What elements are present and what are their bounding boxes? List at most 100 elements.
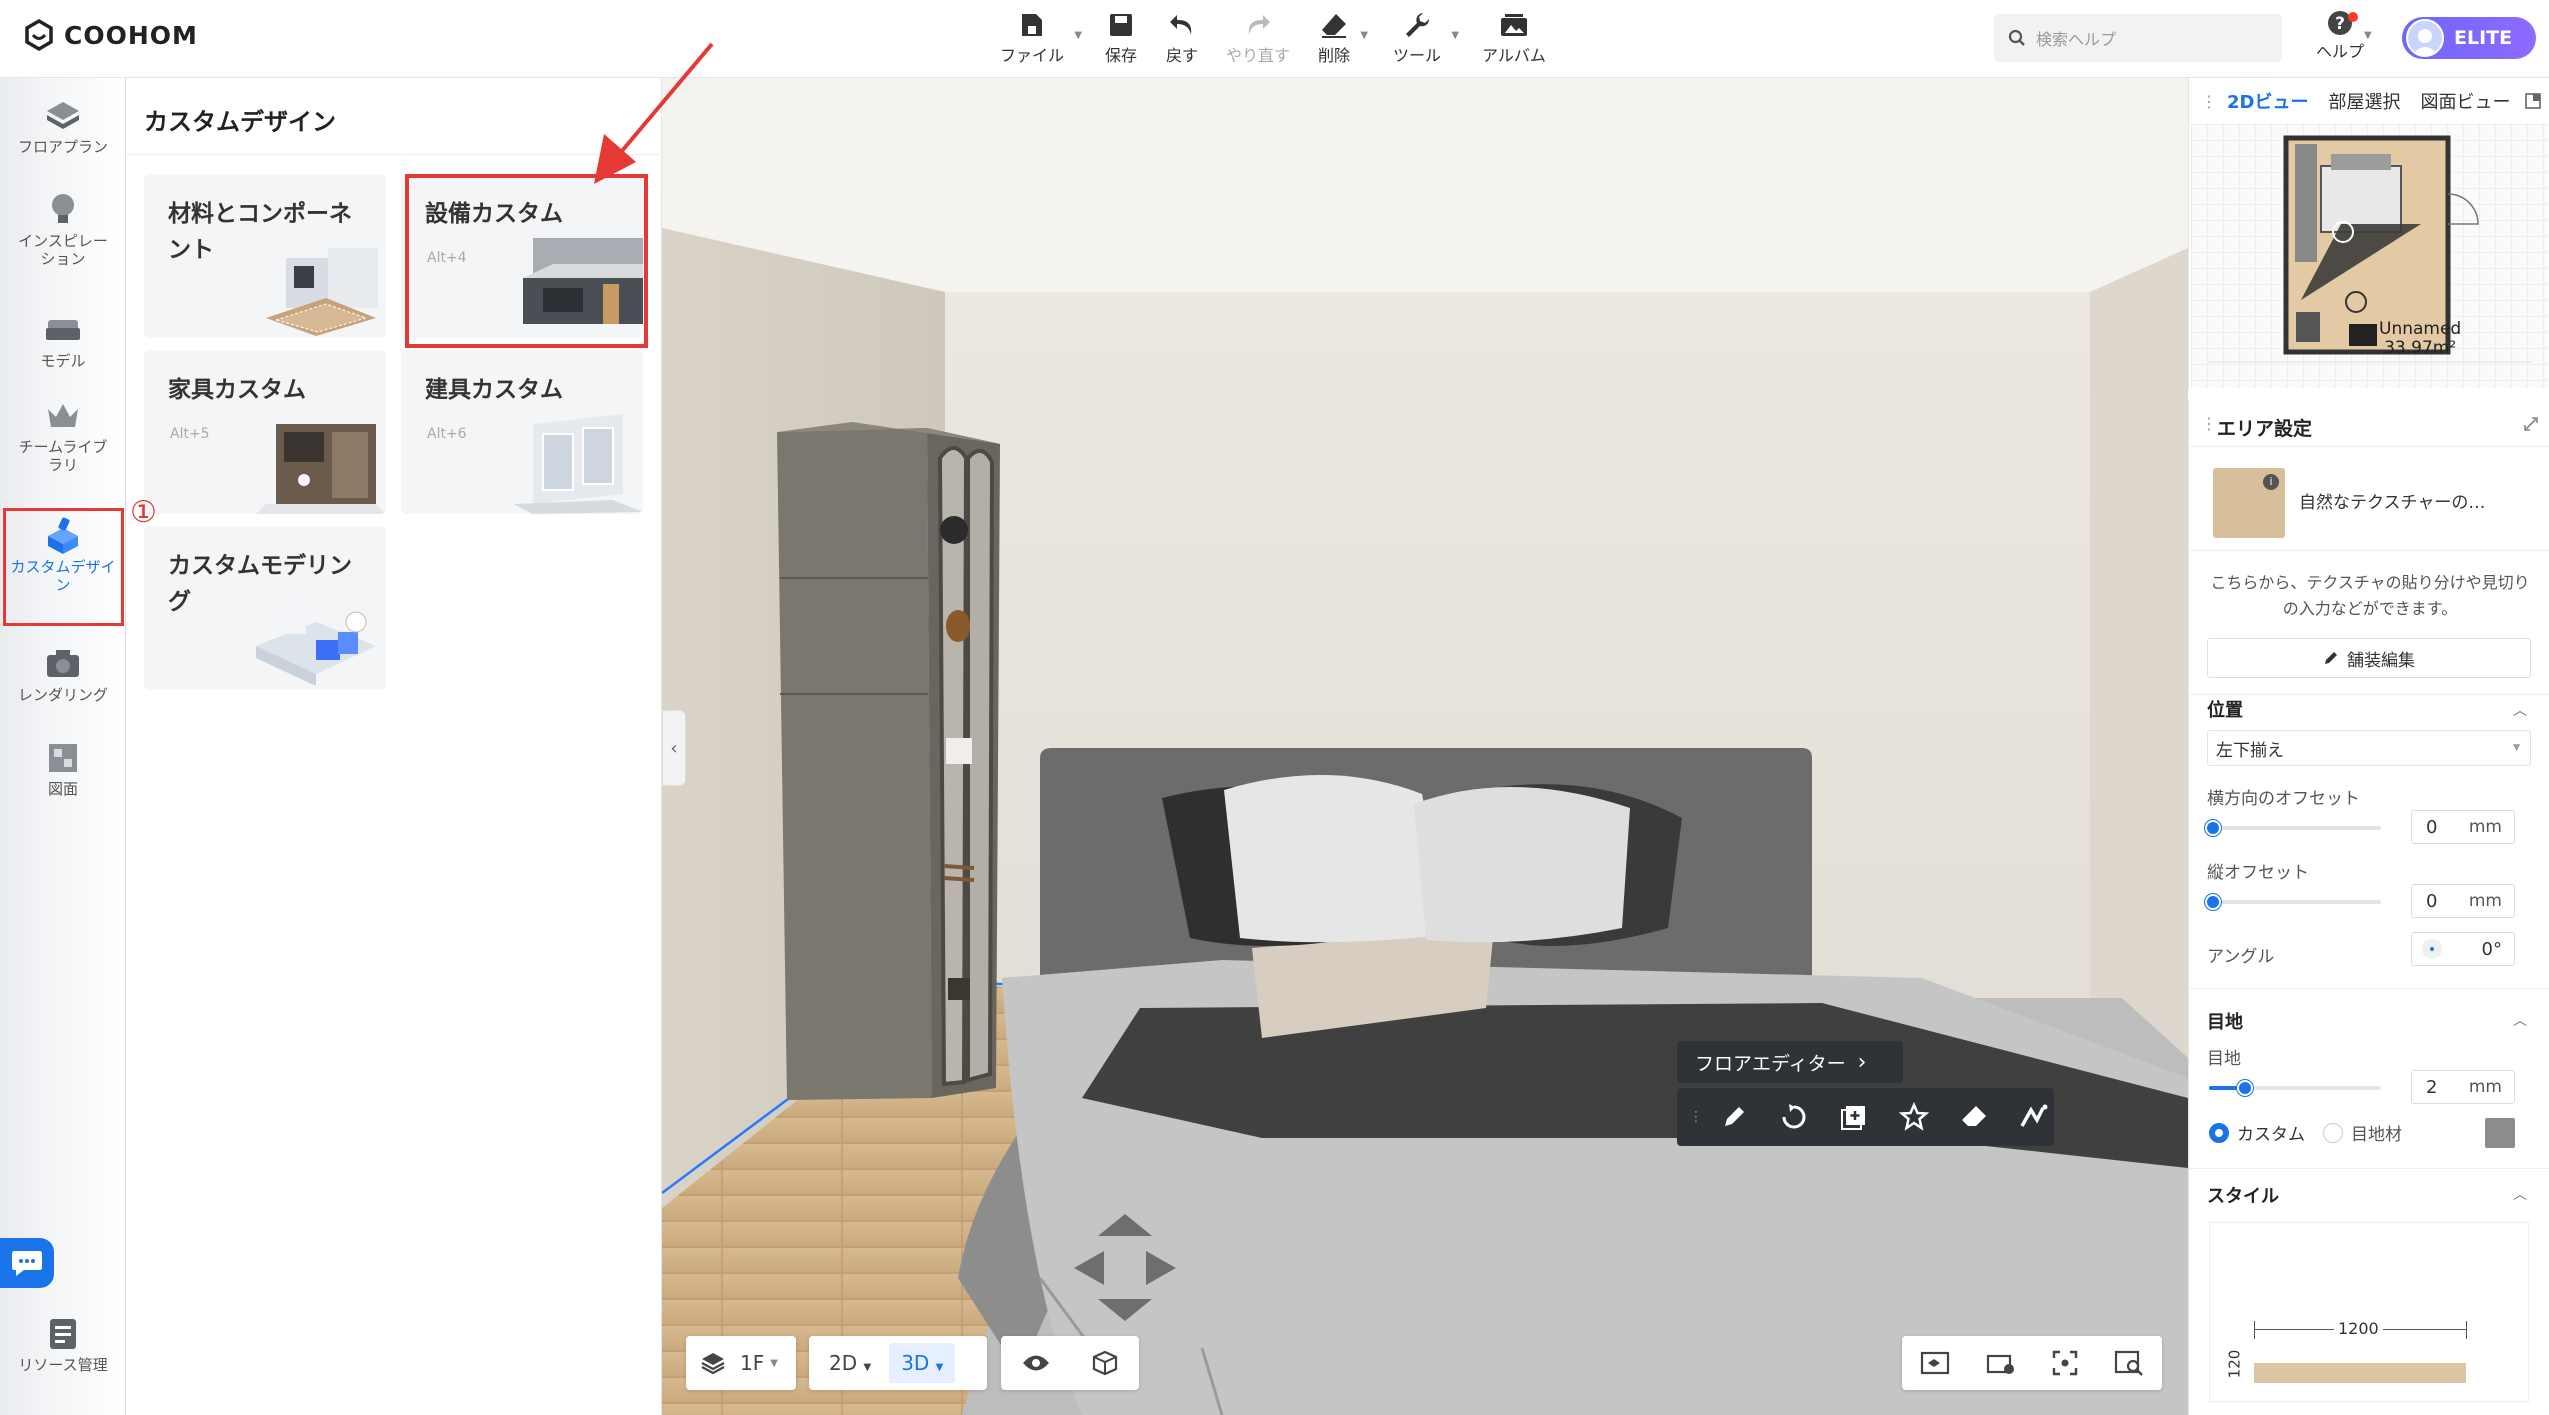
joint-width-input[interactable]: 2 mm: [2411, 1070, 2515, 1104]
redo-button[interactable]: やり直す: [1226, 8, 1290, 66]
v-offset-slider[interactable]: [2205, 894, 2381, 910]
chevron-up-icon[interactable]: ︿: [2513, 1010, 2527, 1030]
visibility-controls: [1001, 1336, 1139, 1390]
joint-width-slider[interactable]: [2209, 1080, 2381, 1096]
minimap-canvas[interactable]: Unnamed 33.97m²: [2191, 124, 2548, 388]
sidebar-item-inspiration[interactable]: インスピレーション: [0, 190, 126, 268]
dimension-tick: [2466, 1321, 2467, 1339]
search-input[interactable]: 検索ヘルプ: [1994, 14, 2282, 62]
drag-handle-icon[interactable]: ⋮: [1689, 1109, 1703, 1125]
room-area: 33.97m²: [2384, 338, 2457, 358]
album-button[interactable]: アルバム: [1482, 8, 1546, 66]
help-button[interactable]: ? ヘルプ ▼: [2316, 8, 2372, 62]
card-custom-modeling[interactable]: カスタムモデリング: [144, 526, 386, 690]
floor-tools-bar: ⋮: [1677, 1088, 2054, 1146]
card-fittings-custom[interactable]: 建具カスタム Alt+6: [401, 350, 643, 514]
tile-style-preview[interactable]: 1200 120: [2209, 1222, 2529, 1402]
slider-knob[interactable]: [2205, 820, 2221, 836]
tab-2d-view[interactable]: 2Dビュー: [2227, 88, 2308, 114]
h-offset-input[interactable]: 0 mm: [2411, 810, 2515, 844]
focus-icon[interactable]: [2051, 1349, 2079, 1377]
floor-editor-button[interactable]: フロアエディター ›: [1677, 1041, 1903, 1083]
cube-icon[interactable]: [1091, 1349, 1119, 1377]
sidebar-item-drawings[interactable]: 図面: [0, 738, 126, 798]
wardrobe-model: [777, 422, 1000, 1100]
eraser-icon[interactable]: [1959, 1102, 1989, 1132]
user-account-button[interactable]: ELITE: [2402, 17, 2536, 59]
modeling-illustration: [256, 606, 376, 686]
sidebar-item-label: リソース管理: [18, 1356, 108, 1374]
sidebar-item-team-library[interactable]: チームライブラリ: [0, 396, 126, 474]
paving-edit-button[interactable]: 舗装編集: [2207, 638, 2531, 678]
file-menu-button[interactable]: ファイル ▼: [1000, 8, 1082, 66]
radio-checked-icon: [2209, 1122, 2229, 1143]
v-offset-input[interactable]: 0 mm: [2411, 884, 2515, 918]
joint-option-material[interactable]: 目地材: [2323, 1120, 2402, 1145]
drag-handle-icon[interactable]: ⋮: [2201, 414, 2217, 433]
magic-wand-icon[interactable]: [2019, 1102, 2049, 1132]
sidebar-item-label: レンダリング: [17, 686, 108, 704]
save-icon: [1110, 14, 1132, 36]
left-navigation: フロアプラン インスピレーション モデル チームライブラリ カスタムデザイン レ…: [0, 78, 126, 1415]
view-2d-button[interactable]: 2D ▼: [819, 1351, 881, 1375]
alignment-select[interactable]: 左下揃え ▼: [2207, 730, 2531, 766]
annotation-number-1: ①: [130, 495, 157, 530]
delete-menu-button[interactable]: 削除 ▼: [1318, 8, 1368, 66]
chevron-up-icon[interactable]: ︿: [2513, 1184, 2527, 1204]
tab-drawing-view[interactable]: 図面ビュー: [2420, 88, 2510, 114]
angle-dial-icon: [2422, 939, 2442, 959]
pencil-icon[interactable]: [1719, 1102, 1749, 1132]
3d-viewport[interactable]: [662, 78, 2188, 1415]
undo-button[interactable]: 戻す: [1166, 8, 1198, 66]
collapse-panel-button[interactable]: ‹: [662, 710, 686, 786]
drawing-icon: [49, 744, 77, 772]
chevron-down-icon: ▼: [1360, 30, 1369, 41]
zoom-view-icon[interactable]: [2113, 1349, 2145, 1377]
save-button[interactable]: 保存: [1105, 8, 1137, 66]
sidebar-item-models[interactable]: モデル: [0, 310, 126, 370]
joint-color-swatch[interactable]: [2485, 1118, 2515, 1148]
coohom-logo[interactable]: COOHOM: [22, 18, 198, 52]
add-region-icon[interactable]: [1839, 1102, 1869, 1132]
tools-menu-button[interactable]: ツール ▼: [1393, 8, 1459, 66]
card-furniture-custom[interactable]: 家具カスタム Alt+5: [144, 350, 386, 514]
angle-label: アングル: [2207, 947, 2275, 967]
fit-view-icon[interactable]: [1919, 1349, 1951, 1377]
tab-room-select[interactable]: 部屋選択: [2328, 88, 2400, 114]
undo-label: 戻す: [1166, 46, 1199, 65]
h-offset-slider[interactable]: [2205, 820, 2381, 836]
file-icon: [1022, 14, 1042, 36]
annotation-highlight-box: [405, 174, 648, 348]
chat-button[interactable]: [0, 1238, 54, 1288]
joint-option-custom[interactable]: カスタム: [2209, 1120, 2305, 1145]
sidebar-item-label: 図面: [47, 780, 78, 798]
view-3d-button[interactable]: 3D ▼: [889, 1343, 956, 1383]
popout-icon[interactable]: [2524, 92, 2542, 110]
user-icon: [2412, 29, 2438, 55]
slider-knob[interactable]: [2205, 894, 2221, 910]
star-icon[interactable]: [1899, 1102, 1929, 1132]
material-thumbnail[interactable]: i: [2213, 468, 2285, 538]
camera-settings-icon[interactable]: [1985, 1349, 2017, 1377]
info-icon[interactable]: i: [2263, 474, 2279, 490]
pencil-icon: [2325, 652, 2337, 664]
angle-input[interactable]: 0°: [2411, 932, 2515, 966]
room-name: Unnamed: [2379, 319, 2462, 339]
chat-icon: [12, 1251, 42, 1276]
drag-handle-icon[interactable]: ⋮: [2201, 92, 2217, 111]
slider-knob[interactable]: [2237, 1080, 2253, 1096]
eye-icon[interactable]: [1021, 1352, 1051, 1374]
expand-icon[interactable]: [2523, 416, 2539, 432]
chevron-down-icon: ▼: [770, 1357, 778, 1369]
sidebar-item-floorplan[interactable]: フロアプラン: [0, 96, 126, 156]
sidebar-item-rendering[interactable]: レンダリング: [0, 644, 126, 704]
radio-unchecked-icon: [2323, 1122, 2343, 1143]
logo-text: COOHOM: [64, 20, 198, 50]
elite-badge: ELITE: [2454, 27, 2513, 49]
joint-section-title: 目地: [2207, 1012, 2243, 1033]
floor-selector[interactable]: 1F ▼: [686, 1336, 796, 1390]
rotate-icon[interactable]: [1779, 1102, 1809, 1132]
sidebar-item-resource-management[interactable]: リソース管理: [0, 1314, 126, 1374]
card-materials-components[interactable]: 材料とコンポーネント: [144, 174, 386, 338]
chevron-up-icon[interactable]: ︿: [2513, 700, 2527, 720]
